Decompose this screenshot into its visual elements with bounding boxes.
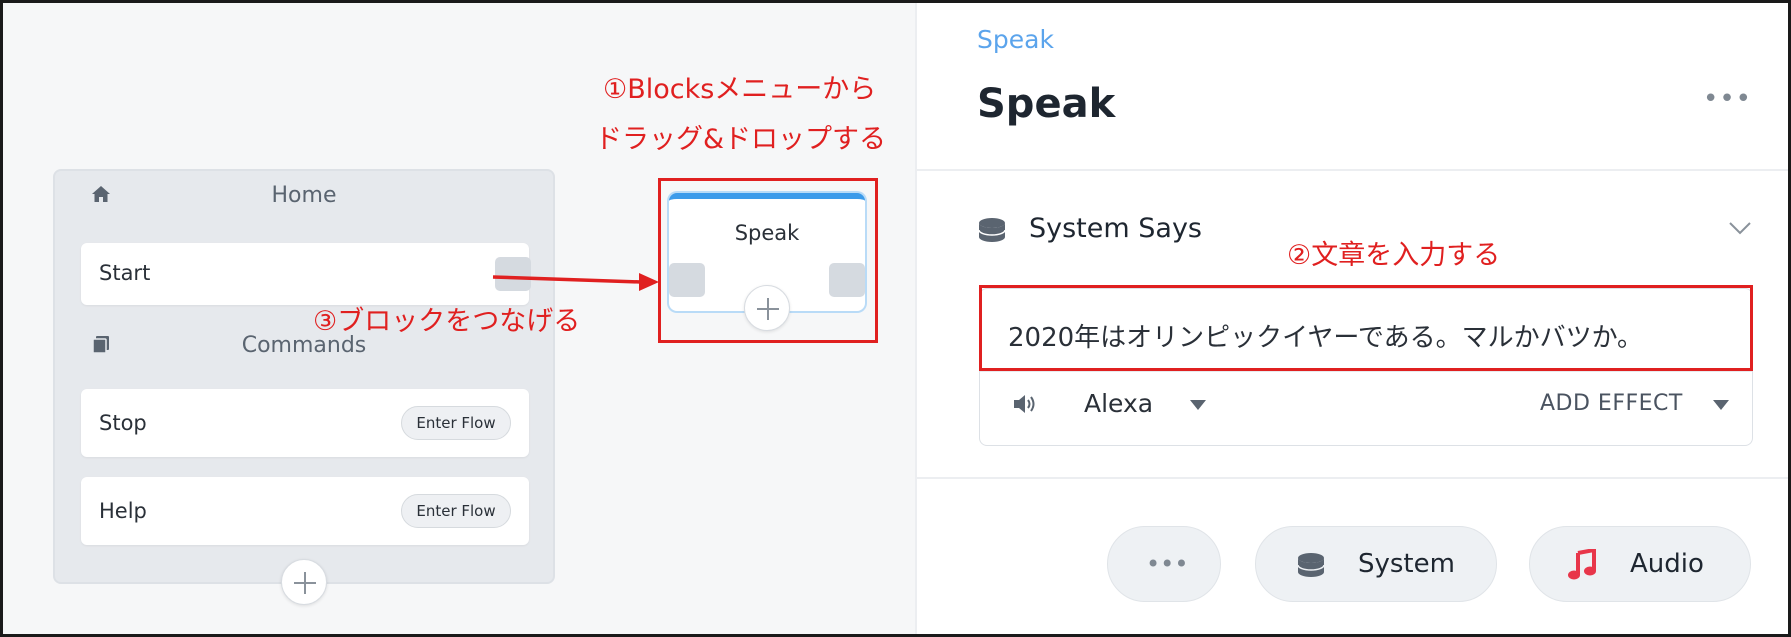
command-row-help[interactable]: Help Enter Flow bbox=[81, 477, 529, 545]
add-step-button[interactable] bbox=[744, 285, 790, 331]
home-block[interactable]: Home Start Commands Stop Enter Flow Help… bbox=[53, 169, 555, 605]
flow-canvas[interactable]: Home Start Commands Stop Enter Flow Help… bbox=[3, 3, 915, 634]
speak-block[interactable]: Speak bbox=[669, 193, 865, 331]
more-icon: ••• bbox=[1146, 550, 1189, 578]
home-header: Home bbox=[55, 171, 553, 215]
database-icon bbox=[1297, 553, 1325, 577]
message-highlight bbox=[979, 285, 1753, 371]
more-button[interactable]: ••• bbox=[1107, 526, 1221, 602]
audio-button-label: Audio bbox=[1630, 549, 1704, 579]
speak-output-port[interactable] bbox=[829, 263, 865, 297]
annotation-step1-line1: ①Blocksメニューから bbox=[603, 74, 877, 105]
speak-block-highlight: Speak bbox=[658, 178, 878, 343]
add-step-button[interactable] bbox=[281, 559, 327, 605]
command-label: Stop bbox=[99, 411, 147, 435]
home-title: Home bbox=[271, 183, 337, 208]
command-label: Help bbox=[99, 499, 147, 523]
breadcrumb[interactable]: Speak bbox=[977, 25, 1054, 54]
page-title: Speak bbox=[977, 81, 1116, 127]
caret-down-icon[interactable] bbox=[1190, 400, 1206, 410]
start-label: Start bbox=[99, 261, 151, 285]
start-row[interactable]: Start bbox=[81, 243, 531, 305]
audio-button[interactable]: Audio bbox=[1529, 526, 1751, 602]
speak-block-title: Speak bbox=[734, 221, 800, 245]
database-icon bbox=[978, 218, 1006, 242]
enter-flow-button[interactable]: Enter Flow bbox=[401, 494, 511, 528]
annotation-step2: ②文章を入力する bbox=[1287, 240, 1501, 271]
connection-arrow bbox=[492, 273, 659, 291]
caret-down-icon[interactable] bbox=[1713, 400, 1729, 410]
section-label: System Says bbox=[1029, 213, 1202, 244]
divider bbox=[917, 169, 1788, 171]
more-options-icon[interactable]: ••• bbox=[1703, 86, 1751, 112]
screenshot-frame: Home Start Commands Stop Enter Flow Help… bbox=[0, 0, 1791, 637]
step-editor-panel: Speak Speak ••• System Says ②文章を入力する 202… bbox=[917, 3, 1788, 634]
speak-input-port[interactable] bbox=[669, 263, 705, 297]
system-button[interactable]: System bbox=[1255, 526, 1497, 602]
system-button-label: System bbox=[1358, 549, 1455, 579]
annotation-step3: ③ブロックをつなげる bbox=[313, 306, 581, 337]
annotation-step1-line2: ドラッグ&ドロップする bbox=[595, 124, 887, 155]
speaker-icon bbox=[1014, 395, 1035, 413]
divider bbox=[917, 477, 1788, 479]
add-effect-button[interactable]: ADD EFFECT bbox=[1540, 391, 1683, 416]
divider bbox=[980, 371, 1752, 372]
voice-select[interactable]: Alexa bbox=[1084, 389, 1153, 418]
enter-flow-button[interactable]: Enter Flow bbox=[401, 406, 511, 440]
command-row-stop[interactable]: Stop Enter Flow bbox=[81, 389, 529, 457]
chevron-down-icon[interactable] bbox=[1728, 221, 1752, 235]
music-note-icon bbox=[1568, 549, 1596, 580]
